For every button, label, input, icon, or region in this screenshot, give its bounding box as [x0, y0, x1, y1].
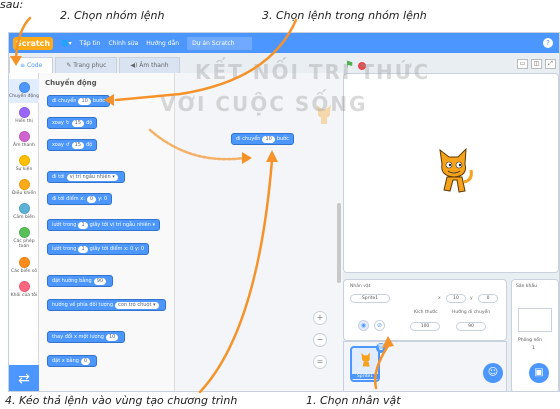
- arrowhead-step3: [104, 94, 114, 106]
- arrowhead-step2: [10, 56, 22, 66]
- arrow-step4: [198, 158, 274, 394]
- arrow-step1: [374, 344, 390, 390]
- instruction-arrows: [10, 16, 394, 394]
- arrow-step3: [114, 18, 298, 102]
- arrowhead-step1: [382, 336, 394, 348]
- arrowhead-step4: [266, 150, 278, 162]
- arrowhead-drag: [242, 152, 252, 164]
- arrow-step2: [14, 16, 32, 60]
- arrow-drag: [148, 128, 246, 161]
